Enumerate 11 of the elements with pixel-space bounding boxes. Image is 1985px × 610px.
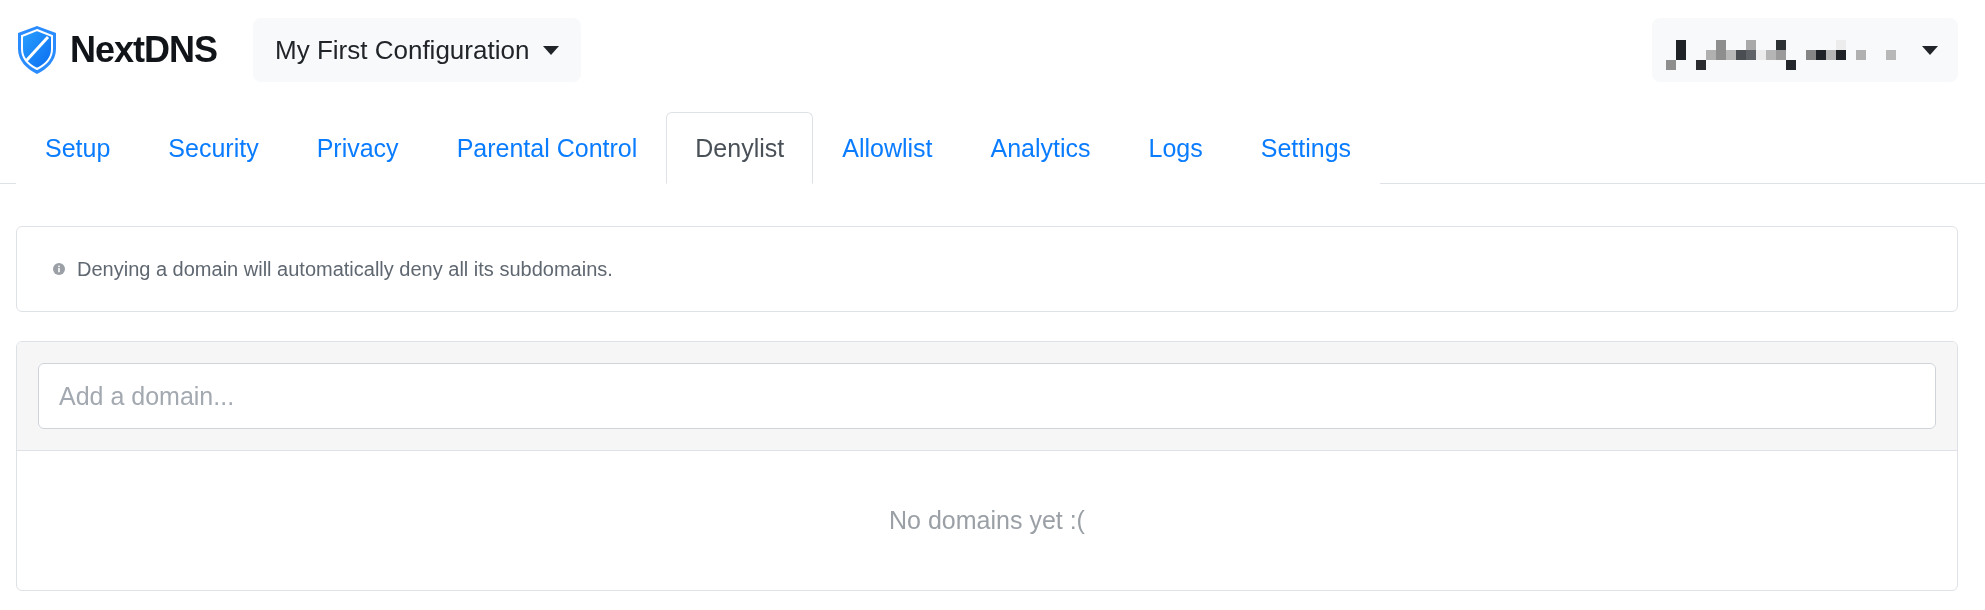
shield-logo-icon	[16, 25, 58, 75]
nav-tab[interactable]: Denylist	[666, 112, 814, 184]
notice-text: Denying a domain will automatically deny all its subdomains.	[77, 257, 613, 281]
caret-icon	[543, 45, 560, 55]
domain-input-field[interactable]: Add a domain...	[38, 363, 1936, 429]
brand-name: NextDNS	[70, 29, 218, 71]
account-dropdown[interactable]	[1652, 18, 1958, 82]
info-icon	[53, 263, 65, 275]
empty-message: No domains yet :(	[889, 506, 1085, 535]
caret-icon	[1922, 45, 1938, 55]
configuration-dropdown[interactable]: My First Configuration	[253, 18, 582, 82]
